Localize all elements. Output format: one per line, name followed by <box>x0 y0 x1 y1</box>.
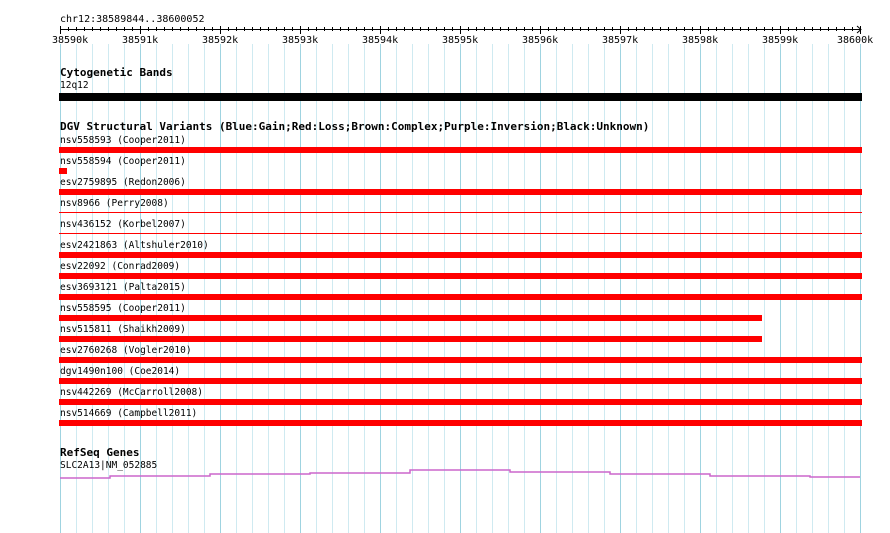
dgv-variant-bar[interactable] <box>59 315 762 321</box>
dgv-variant-label: nsv558593 (Cooper2011) <box>60 135 186 146</box>
dgv-variant-bar[interactable] <box>59 252 862 258</box>
dgv-variant-bar[interactable] <box>59 233 862 234</box>
dgv-variant-label: nsv515811 (Shaikh2009) <box>60 324 186 335</box>
dgv-variant-label: nsv8966 (Perry2008) <box>60 198 169 209</box>
ruler-tick-label: 38592k <box>202 35 239 46</box>
ruler-tick-label: 38599k <box>762 35 799 46</box>
ruler-tick-label: 38594k <box>362 35 399 46</box>
dgv-variant-label: esv3693121 (Palta2015) <box>60 282 186 293</box>
dgv-variant-label: nsv442269 (McCarroll2008) <box>60 387 203 398</box>
dgv-variant-bar[interactable] <box>59 357 862 363</box>
ruler-tick-label: 38595k <box>442 35 479 46</box>
dgv-variant-bar[interactable] <box>59 399 862 405</box>
cytoband-track-title: Cytogenetic Bands <box>60 66 173 79</box>
ruler-tick-label: 38598k <box>682 35 719 46</box>
dgv-variant-bar[interactable] <box>59 212 862 213</box>
dgv-variant-label: esv2421863 (Altshuler2010) <box>60 240 209 251</box>
dgv-variant-bar[interactable] <box>59 336 762 342</box>
dgv-variant-label: esv2760268 (Vogler2010) <box>60 345 192 356</box>
dgv-variant-label: esv22092 (Conrad2009) <box>60 261 181 272</box>
dgv-variant-bar[interactable] <box>59 168 67 174</box>
ruler-tick-label: 38600k <box>837 35 874 46</box>
ruler-tick-label: 38593k <box>282 35 319 46</box>
dgv-variant-bar[interactable] <box>59 189 862 195</box>
dgv-variant-label: nsv436152 (Korbel2007) <box>60 219 186 230</box>
dgv-variant-label: esv2759895 (Redon2006) <box>60 177 186 188</box>
dgv-variant-bar[interactable] <box>59 294 862 300</box>
cytoband-bar[interactable] <box>59 93 862 101</box>
ruler-tick-label: 38591k <box>122 35 159 46</box>
dgv-variant-bar[interactable] <box>59 378 862 384</box>
dgv-variant-bar[interactable] <box>59 147 862 153</box>
dgv-track-title: DGV Structural Variants (Blue:Gain;Red:L… <box>60 120 650 133</box>
ruler-tick-label: 38590k <box>52 35 89 46</box>
dgv-variant-label: dgv1490n100 (Coe2014) <box>60 366 181 377</box>
dgv-variant-label: nsv558595 (Cooper2011) <box>60 303 186 314</box>
ruler-tick-label: 38596k <box>522 35 559 46</box>
dgv-variant-bar[interactable] <box>59 273 862 279</box>
genome-browser: chr12:38589844..38600052 38590k 38591k 385… <box>0 0 890 533</box>
dgv-variant-label: nsv558594 (Cooper2011) <box>60 156 186 167</box>
dgv-variant-label: nsv514669 (Campbell2011) <box>60 408 198 419</box>
cytoband-label: 12q12 <box>60 80 89 91</box>
dgv-variant-bar[interactable] <box>59 420 862 426</box>
gene-exon-line[interactable] <box>60 469 860 479</box>
refseq-gene-model[interactable] <box>0 466 890 486</box>
refseq-track-title: RefSeq Genes <box>60 446 140 459</box>
ruler-tick-label: 38597k <box>602 35 639 46</box>
